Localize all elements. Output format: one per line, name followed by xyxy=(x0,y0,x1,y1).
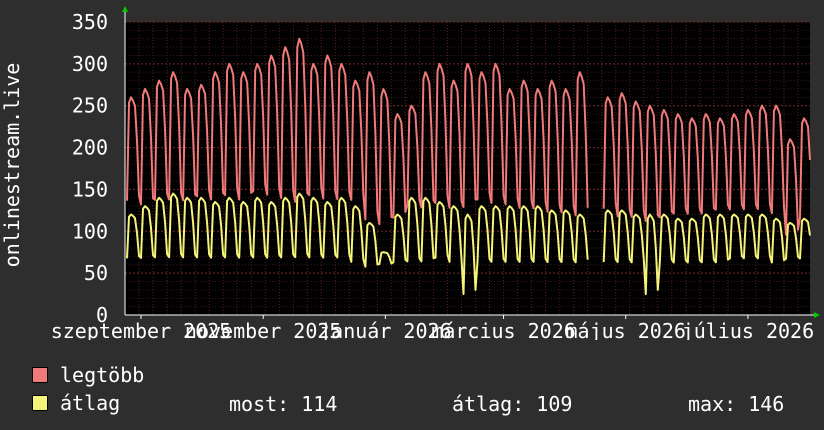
stat-now-label: most: xyxy=(229,392,290,416)
legend-avg-swatch xyxy=(32,395,48,411)
y-tick-label: 50 xyxy=(84,261,108,285)
y-axis-arrow-icon xyxy=(122,6,128,12)
x-tick-label: május 2026 xyxy=(566,319,686,340)
stat-now: most: 114 xyxy=(229,392,337,416)
legend-max-swatch xyxy=(32,367,48,383)
x-tick-label: március 2026 xyxy=(431,319,576,340)
stat-max-label: max: xyxy=(688,392,737,416)
chart: 050100150200250300350onlinestream.livesz… xyxy=(0,6,820,340)
stat-max: max: 146 xyxy=(688,392,784,416)
stat-max-value: 146 xyxy=(748,392,785,416)
x-tick-label: november 2025 xyxy=(185,319,342,340)
y-tick-label: 350 xyxy=(72,10,108,34)
y-axis-label: onlinestream.live xyxy=(0,63,24,268)
legend-avg-label: átlag xyxy=(60,391,121,415)
y-tick-label: 100 xyxy=(72,219,108,243)
y-tick-label: 250 xyxy=(72,94,108,118)
stat-now-value: 114 xyxy=(301,392,338,416)
x-axis-arrow-icon xyxy=(814,312,820,318)
legend-max: legtöbb xyxy=(32,364,144,386)
legend-max-label: legtöbb xyxy=(60,363,145,387)
stat-mean-label: átlag: xyxy=(452,392,525,416)
stat-mean-value: 109 xyxy=(536,392,573,416)
legend-avg: átlag xyxy=(32,392,120,414)
x-tick-label: július 2026 xyxy=(682,319,814,340)
y-tick-label: 150 xyxy=(72,177,108,201)
y-tick-label: 200 xyxy=(72,136,108,160)
y-tick-label: 300 xyxy=(72,52,108,76)
stat-mean: átlag: 109 xyxy=(452,392,572,416)
